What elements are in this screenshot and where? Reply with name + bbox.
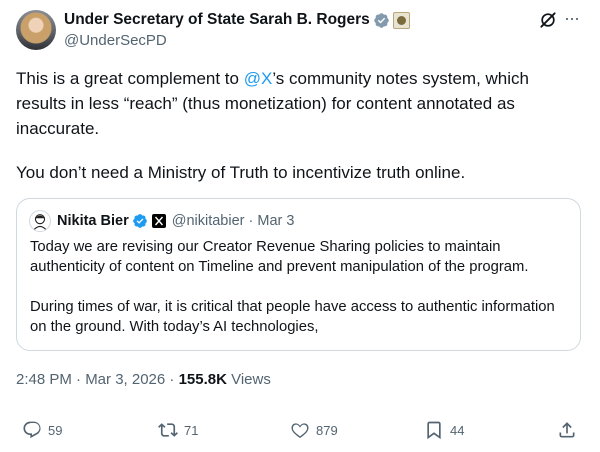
author-name[interactable]: Under Secretary of State Sarah B. Rogers — [64, 10, 370, 30]
quoted-header: Nikita Bier @nikitabier · Mar 3 — [57, 212, 294, 230]
share-button[interactable] — [557, 420, 577, 440]
more-icon[interactable]: ··· — [564, 8, 580, 28]
quoted-post[interactable]: Nikita Bier @nikitabier · Mar 3 Today we… — [16, 198, 581, 351]
quoted-paragraph-2: During times of war, it is critical that… — [30, 299, 555, 335]
views-label: Views — [226, 371, 271, 388]
verified-badge-icon — [374, 12, 389, 28]
post-text-paragraph-2: You don’t need a Ministry of Truth to in… — [16, 163, 466, 182]
reply-button[interactable]: 59 — [22, 420, 62, 440]
quoted-author-avatar[interactable] — [29, 210, 51, 232]
bookmark-icon — [427, 421, 441, 440]
reply-icon — [23, 421, 41, 439]
mention-link[interactable]: @X — [244, 69, 273, 88]
quoted-handle-date: @nikitabier · Mar 3 — [171, 213, 295, 229]
bookmark-button[interactable]: 44 — [424, 420, 464, 440]
quoted-author-name[interactable]: Nikita Bier — [57, 212, 129, 230]
bookmark-count: 44 — [450, 422, 465, 438]
quoted-paragraph-1: Today we are revising our Creator Revenu… — [30, 239, 529, 275]
share-icon — [559, 422, 575, 438]
post-timestamp[interactable]: 2:48 PM · Mar 3, 2026 · — [16, 371, 179, 388]
author-name-row[interactable]: Under Secretary of State Sarah B. Rogers — [64, 10, 410, 30]
repost-icon — [158, 423, 178, 437]
grok-icon[interactable] — [538, 10, 558, 30]
repost-count: 71 — [184, 422, 199, 438]
post-text-before: This is a great complement to — [16, 69, 244, 88]
reply-count: 59 — [48, 422, 63, 438]
author-avatar[interactable] — [16, 10, 56, 50]
repost-button[interactable]: 71 — [158, 420, 198, 440]
like-icon — [291, 423, 309, 438]
views-count: 155.8K — [178, 371, 227, 388]
government-seal-icon — [392, 11, 410, 29]
post-text: This is a great complement to @X’s commu… — [16, 66, 576, 141]
post-meta: 2:48 PM · Mar 3, 2026 · 155.8K Views — [16, 370, 271, 390]
quoted-text: Today we are revising our Creator Revenu… — [30, 237, 570, 357]
x-logo-icon — [151, 214, 166, 228]
like-button[interactable]: 879 — [290, 420, 338, 440]
author-handle[interactable]: @UnderSecPD — [64, 32, 167, 50]
verified-badge-icon — [132, 214, 147, 228]
like-count: 879 — [316, 422, 338, 438]
action-bar: 59 71 879 44 — [0, 412, 600, 452]
